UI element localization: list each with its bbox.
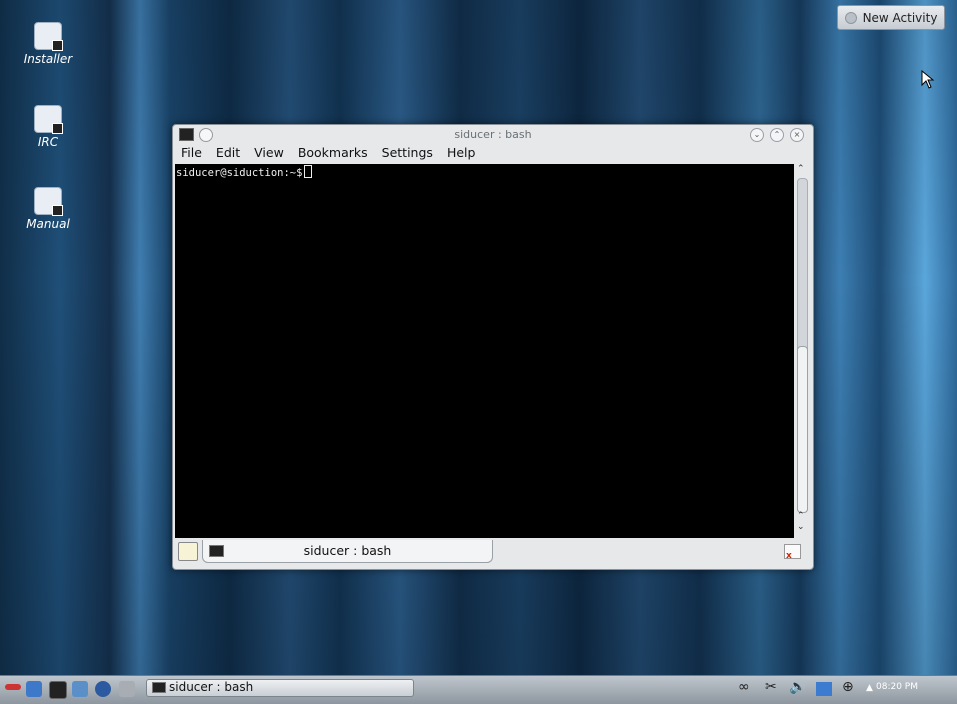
activity-icon	[844, 11, 857, 24]
new-activity-button[interactable]: New Activity	[837, 5, 945, 30]
volume-icon[interactable]: 🔊	[789, 679, 806, 695]
desktop-icon-label: Installer	[23, 52, 73, 66]
menu-view[interactable]: View	[254, 145, 291, 163]
terminal-area[interactable]: siducer@siduction:~$	[175, 164, 794, 538]
close-tab-button[interactable]	[784, 544, 801, 561]
terminal-prompt: siducer@siduction:~$	[176, 167, 303, 179]
menu-file[interactable]: File	[181, 145, 209, 163]
terminal-icon	[152, 682, 166, 693]
device-icon[interactable]	[816, 682, 832, 696]
usb-icon[interactable]: ⊕	[842, 679, 854, 695]
manual-icon	[34, 187, 63, 216]
menu-settings[interactable]: Settings	[382, 145, 440, 163]
application-launcher-icon[interactable]	[26, 681, 42, 697]
network-icon[interactable]: ∞	[738, 679, 750, 695]
desktop-icon-label: IRC	[37, 135, 59, 149]
tab-bar: siducer : bash	[175, 540, 809, 566]
tab-bash[interactable]: siducer : bash	[202, 540, 493, 563]
desktop-icon-manual[interactable]: Manual	[18, 187, 78, 231]
show-hidden-icon[interactable]: ▲	[866, 683, 873, 693]
terminal-launcher-icon[interactable]	[49, 681, 67, 699]
scrollbar-thumb[interactable]	[797, 346, 808, 513]
scroll-down-arrow-icon[interactable]: ⌄	[797, 522, 805, 532]
menubar: File Edit View Bookmarks Settings Help	[173, 145, 813, 163]
mouse-cursor-icon	[921, 70, 935, 89]
browser-icon[interactable]	[95, 681, 111, 697]
desktop-icon-irc[interactable]: IRC	[18, 105, 78, 149]
menu-edit[interactable]: Edit	[216, 145, 247, 163]
irc-icon	[34, 105, 63, 134]
installer-icon	[34, 22, 63, 51]
new-tab-button[interactable]	[178, 542, 198, 561]
clock[interactable]: 08:20 PM	[876, 682, 918, 692]
task-siducer-bash[interactable]: siducer : bash	[146, 679, 414, 697]
task-label: siducer : bash	[169, 680, 254, 694]
scroll-up-arrow-icon[interactable]: ⌃	[797, 511, 805, 521]
clipboard-icon[interactable]: ✂	[765, 679, 777, 695]
close-button[interactable]: ×	[790, 128, 804, 142]
terminal-scrollbar[interactable]: ⌃ ⌃ ⌄	[794, 164, 809, 538]
scroll-up-arrow-icon[interactable]: ⌃	[797, 164, 805, 174]
menu-help[interactable]: Help	[447, 145, 483, 163]
tab-label: siducer : bash	[303, 543, 392, 558]
menu-bookmarks[interactable]: Bookmarks	[298, 145, 375, 163]
desktop-icon-installer[interactable]: Installer	[18, 22, 78, 66]
terminal-window[interactable]: siducer : bash ⌄ ⌃ × File Edit View Book…	[172, 124, 814, 570]
pager-icon[interactable]	[119, 681, 135, 697]
new-activity-label: New Activity	[862, 10, 938, 25]
taskbar: siducer : bash ∞ ✂ 🔊 ⊕ ▲ 08:20 PM	[0, 675, 957, 704]
window-title: siducer : bash	[454, 128, 532, 141]
window-titlebar[interactable]: siducer : bash ⌄ ⌃ ×	[173, 125, 813, 145]
desktop-icon-label: Manual	[26, 217, 70, 231]
minimize-button[interactable]: ⌄	[750, 128, 764, 142]
dashboard-icon[interactable]	[5, 684, 21, 690]
terminal-cursor	[304, 165, 313, 178]
maximize-button[interactable]: ⌃	[770, 128, 784, 142]
file-manager-icon[interactable]	[72, 681, 88, 697]
